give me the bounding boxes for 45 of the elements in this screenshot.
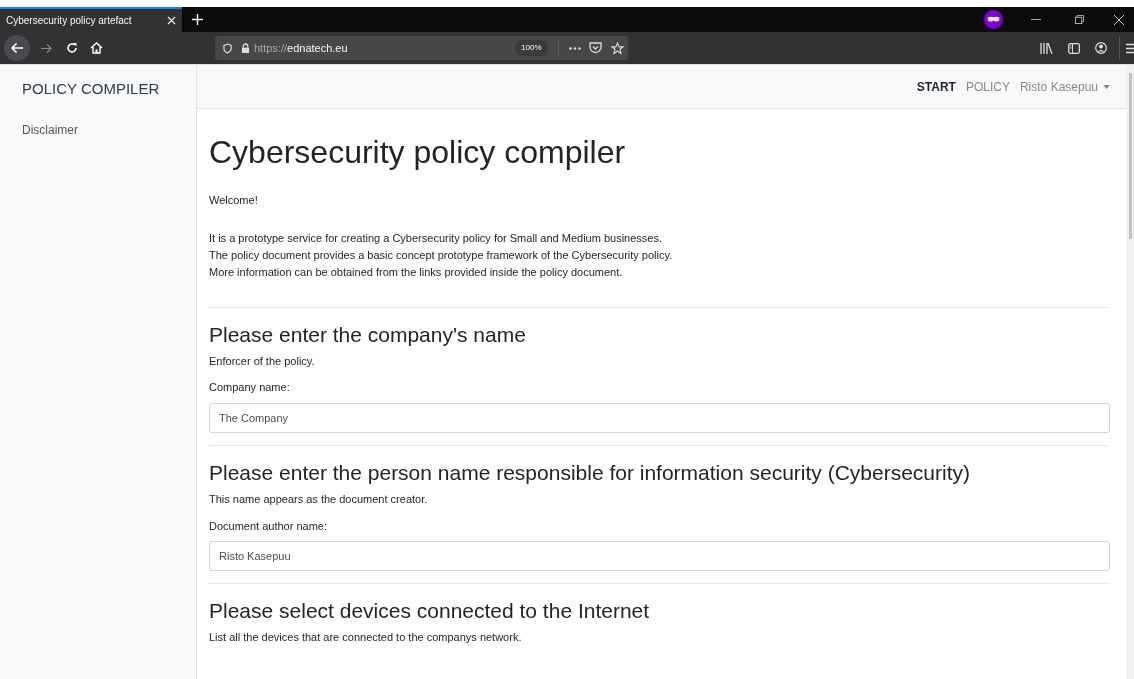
field-label: Company name: — [209, 380, 291, 396]
back-button[interactable] — [4, 35, 30, 61]
section-description: This name appears as the document creator. — [209, 492, 429, 507]
user-menu[interactable]: Risto Kasepuu — [1019, 77, 1110, 96]
close-icon[interactable] — [1114, 14, 1124, 25]
intro-text: It is a prototype service for creating a Cybersecurity policy for Small and Medium businesses. — [209, 230, 664, 246]
section-description: Enforcer of the policy. — [209, 353, 316, 369]
text-field[interactable]: Risto Kasepuu — [209, 541, 1110, 571]
intro-text: The policy document provides a basic concept prototype framework of the Cybersecurity policy. — [209, 247, 674, 263]
url-text: https://ednatech.eu — [254, 40, 348, 56]
page-title: Cybersecurity policy compiler — [209, 133, 627, 172]
mask-icon[interactable] — [984, 10, 1003, 29]
sidebar-icon[interactable] — [1068, 42, 1080, 54]
tab-title: Cybersecurity policy artefact — [6, 14, 132, 28]
address-bar[interactable]: https://ednatech.eu 100% — [215, 36, 628, 60]
account-icon[interactable] — [1095, 42, 1107, 54]
scrollbar[interactable] — [1126, 65, 1134, 679]
home-icon[interactable] — [90, 42, 103, 54]
menu-icon[interactable] — [1126, 42, 1134, 54]
star-icon[interactable] — [610, 41, 624, 55]
browser-tab[interactable]: Cybersecurity policy artefact — [0, 7, 182, 32]
caret-icon — [1103, 84, 1110, 89]
more-icon[interactable] — [568, 46, 581, 50]
reload-icon[interactable] — [66, 42, 78, 54]
zoom-level[interactable]: 100% — [515, 40, 548, 56]
section-heading: Please enter the person name responsible for information security (Cybersecurity) — [209, 459, 971, 486]
restore-icon[interactable] — [1075, 15, 1084, 24]
section-heading: Please enter the company's name — [209, 321, 527, 348]
shield-icon — [223, 42, 232, 54]
pocket-icon[interactable] — [588, 42, 602, 54]
brand-title[interactable]: POLICY COMPILER — [22, 78, 174, 101]
plus-icon[interactable] — [192, 14, 203, 25]
forward-arrow-icon[interactable] — [40, 42, 52, 54]
nav-link[interactable]: START — [916, 77, 956, 96]
sidebar-link[interactable]: Disclaimer — [22, 120, 174, 139]
welcome-text: Welcome! — [209, 193, 259, 208]
field-label: Document author name: — [209, 518, 328, 534]
text-field[interactable]: The Company — [209, 402, 1110, 433]
back-arrow-icon — [10, 42, 24, 54]
minimize-icon[interactable] — [1031, 18, 1041, 21]
section-description: List all the devices that are connected to the companys network. — [209, 630, 523, 646]
lock-icon — [241, 42, 250, 54]
section-heading: Please select devices connected to the Internet — [209, 598, 651, 624]
intro-text: More information can be obtained from the links provided inside the policy document. — [209, 264, 624, 280]
library-icon[interactable] — [1040, 42, 1053, 54]
